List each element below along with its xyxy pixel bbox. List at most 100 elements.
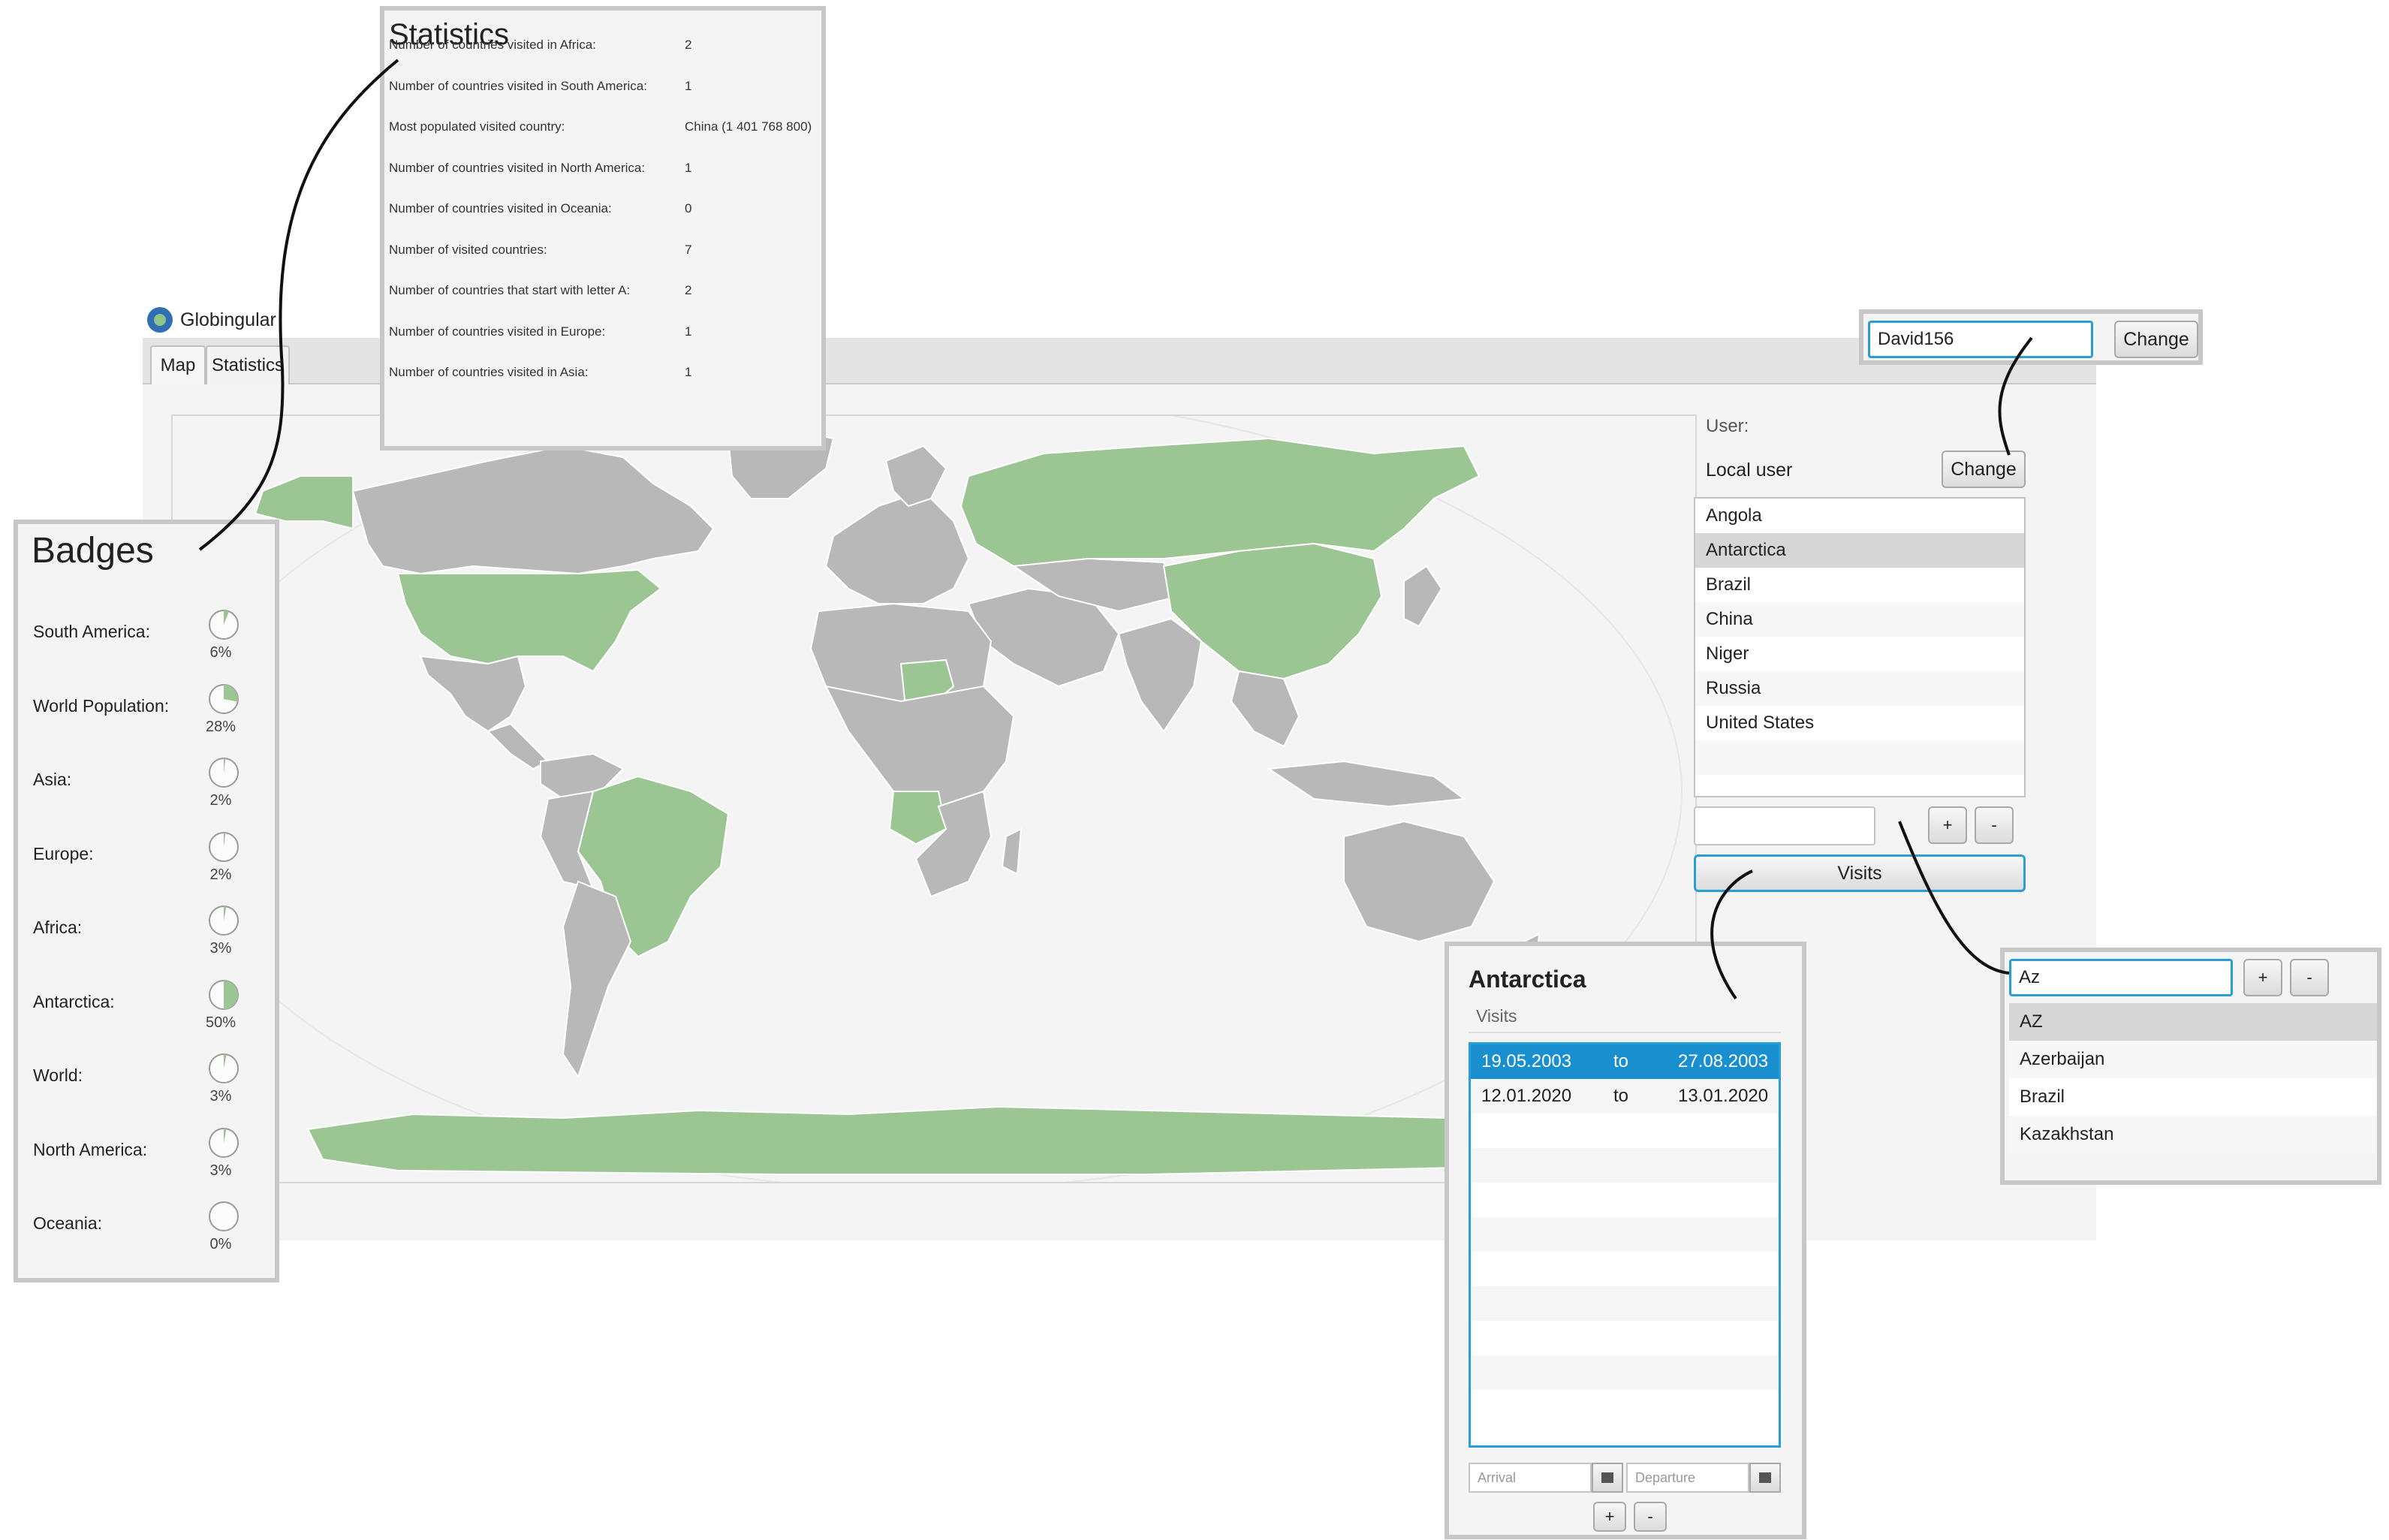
change-user-button[interactable]: Change <box>1942 451 2026 488</box>
badge-percent: 3% <box>209 1162 232 1179</box>
add-country-button[interactable]: + <box>1928 806 1967 844</box>
badge-label: Europe: <box>33 843 94 863</box>
badge-progress-pie <box>209 758 239 788</box>
badge-percent: 3% <box>209 1088 232 1105</box>
country-russia[interactable] <box>960 437 1481 568</box>
badge-label: Oceania: <box>33 1213 103 1233</box>
country-list-item[interactable]: Angola <box>1695 499 2024 533</box>
visit-empty-row <box>1471 1148 1779 1183</box>
departure-date-field[interactable]: Departure <box>1626 1463 1749 1493</box>
stat-label: Number of countries visited in North Ame… <box>389 160 646 175</box>
badge-progress-pie <box>209 683 239 714</box>
arrival-date-field[interactable]: Arrival <box>1469 1463 1592 1493</box>
country-list-item[interactable]: Antarctica <box>1695 533 2024 568</box>
username-callout: David156 Change <box>1859 309 2203 365</box>
stat-label: Number of countries visited in Africa: <box>389 38 596 52</box>
autocomplete-input[interactable]: Az <box>2009 959 2233 996</box>
country-mexico[interactable] <box>419 655 527 733</box>
autocomplete-add-button[interactable]: + <box>2243 959 2282 996</box>
country-antarctica[interactable] <box>306 1105 1526 1175</box>
tab-statistics-label: Statistics <box>211 355 285 375</box>
country-list-item[interactable]: China <box>1695 602 2024 637</box>
visited-country-list[interactable]: Angola Antarctica Brazil China Niger Russia Un… <box>1694 497 2026 797</box>
stat-label: Number of visited countries: <box>389 242 547 257</box>
remove-country-button[interactable]: - <box>1975 806 2014 844</box>
country-indonesia-region[interactable] <box>1267 760 1466 808</box>
tab-map-label: Map <box>160 355 196 375</box>
country-north-africa[interactable] <box>809 602 993 702</box>
badge-progress-wedge <box>224 684 238 702</box>
country-list-item[interactable]: Russia <box>1695 671 2024 706</box>
visit-empty-row <box>1471 1114 1779 1148</box>
visit-arrival: 12.01.2020 <box>1481 1086 1572 1106</box>
tab-map[interactable]: Map <box>150 345 206 384</box>
country-europe-region[interactable] <box>824 490 970 604</box>
visits-button[interactable]: Visits <box>1694 854 2026 892</box>
tab-statistics[interactable]: Statistics <box>206 345 290 384</box>
arrival-calendar-icon[interactable] <box>1592 1463 1623 1493</box>
badge-percent: 3% <box>209 940 232 957</box>
stat-label: Number of countries visited in Europe: <box>389 324 606 339</box>
badge-progress-pie <box>209 1127 239 1158</box>
country-angola[interactable] <box>888 791 947 845</box>
stat-value: China (1 401 768 800) <box>685 119 812 134</box>
visit-empty-row <box>1471 1252 1779 1286</box>
country-scandinavia[interactable] <box>884 445 947 508</box>
stat-value: 2 <box>685 38 692 52</box>
visits-table[interactable]: 19.05.2003 to 27.08.2003 12.01.2020 to 13.01.… <box>1469 1042 1781 1448</box>
badge-percent: 6% <box>209 644 232 661</box>
badge-progress-pie <box>209 610 239 640</box>
stat-value: 2 <box>685 283 692 297</box>
country-central-america[interactable] <box>487 722 550 770</box>
badge-label: Antarctica: <box>33 991 115 1011</box>
badge-label: World Population: <box>33 695 170 716</box>
user-label: User: <box>1706 416 1749 436</box>
country-search-input[interactable] <box>1694 806 1875 845</box>
username-input[interactable]: David156 <box>1868 321 2093 358</box>
app-title: Globingular <box>180 309 276 330</box>
visits-divider <box>1469 1032 1781 1033</box>
app-title-bar: Globingular <box>147 303 276 336</box>
visit-empty-row <box>1471 1217 1779 1252</box>
stat-value: 1 <box>685 78 692 93</box>
stat-value: 1 <box>685 324 692 339</box>
statistics-callout: Statistics Number of countries visited i… <box>380 6 826 451</box>
country-list-item[interactable]: Brazil <box>1695 568 2024 602</box>
badge-percent: 0% <box>209 1236 232 1252</box>
username-change-button[interactable]: Change <box>2114 321 2198 358</box>
country-list-item[interactable]: United States <box>1695 706 2024 740</box>
country-southeast-asia[interactable] <box>1230 670 1300 748</box>
autocomplete-suggestions[interactable]: AZ Azerbaijan Brazil Kazakhstan <box>2009 1003 2377 1153</box>
stat-label: Number of countries that start with lett… <box>389 283 631 297</box>
country-central-africa[interactable] <box>824 685 1015 808</box>
visit-row[interactable]: 19.05.2003 to 27.08.2003 <box>1471 1044 1779 1079</box>
visit-empty-row <box>1471 1321 1779 1355</box>
country-australia[interactable] <box>1343 820 1496 943</box>
departure-calendar-icon[interactable] <box>1749 1463 1781 1493</box>
country-argentina-region[interactable] <box>562 880 632 1079</box>
country-madagascar[interactable] <box>1001 827 1023 875</box>
stat-value: 1 <box>685 365 692 379</box>
visit-empty-row <box>1471 1183 1779 1217</box>
badge-progress-pie <box>209 979 239 1010</box>
autocomplete-callout: Az + - AZ Azerbaijan Brazil Kazakhstan <box>2000 948 2381 1185</box>
autocomplete-remove-button[interactable]: - <box>2290 959 2329 996</box>
country-united-states[interactable] <box>396 568 662 673</box>
country-canada[interactable] <box>351 445 715 575</box>
autocomplete-option[interactable]: Azerbaijan <box>2009 1041 2377 1078</box>
visit-row[interactable]: 12.01.2020 to 13.01.2020 <box>1471 1079 1779 1114</box>
country-japan[interactable] <box>1403 565 1443 628</box>
visit-departure: 27.08.2003 <box>1678 1051 1769 1071</box>
badge-label: South America: <box>33 622 150 641</box>
stat-value: 0 <box>685 201 692 215</box>
add-visit-button[interactable]: + <box>1593 1502 1626 1532</box>
autocomplete-option[interactable]: Kazakhstan <box>2009 1116 2377 1153</box>
country-list-empty-row <box>1695 740 2024 775</box>
badge-progress-pie <box>209 1053 239 1083</box>
country-india-region[interactable] <box>1117 617 1203 733</box>
country-list-item[interactable]: Niger <box>1695 637 2024 671</box>
remove-visit-button[interactable]: - <box>1634 1502 1667 1532</box>
autocomplete-option[interactable]: AZ <box>2009 1003 2377 1041</box>
autocomplete-option[interactable]: Brazil <box>2009 1078 2377 1116</box>
badge-label: North America: <box>33 1139 148 1159</box>
